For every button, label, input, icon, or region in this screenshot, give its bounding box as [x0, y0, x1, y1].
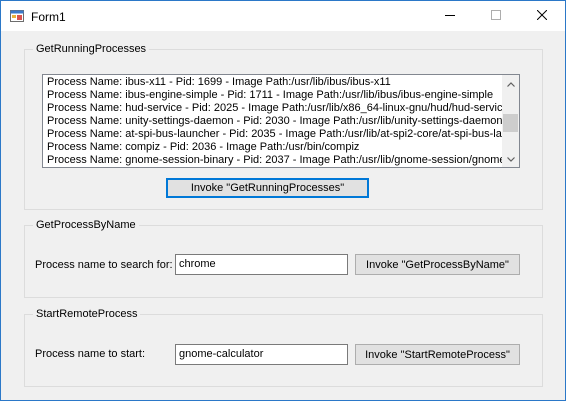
invoke-start-remote-process-button[interactable]: Invoke "StartRemoteProcess"	[355, 344, 520, 365]
list-item[interactable]: Process Name: at-spi-bus-launcher - Pid:…	[47, 128, 503, 141]
start-process-label: Process name to start:	[35, 348, 146, 360]
close-button[interactable]	[519, 1, 565, 31]
minimize-button[interactable]	[427, 1, 473, 31]
group-title: StartRemoteProcess	[33, 307, 141, 321]
list-item[interactable]: Process Name: ibus-engine-simple - Pid: …	[47, 89, 503, 102]
vertical-scrollbar[interactable]	[502, 75, 519, 167]
chevron-down-icon	[506, 153, 515, 165]
start-process-input[interactable]: gnome-calculator	[175, 344, 348, 365]
minimize-icon	[445, 10, 455, 23]
scroll-down-button[interactable]	[502, 150, 519, 167]
button-label: Invoke "GetRunningProcesses"	[190, 182, 345, 194]
scroll-thumb[interactable]	[503, 114, 518, 132]
list-item[interactable]: Process Name: compiz - Pid: 2036 - Image…	[47, 141, 503, 154]
invoke-get-process-by-name-button[interactable]: Invoke "GetProcessByName"	[355, 254, 520, 275]
list-item[interactable]: Process Name: ibus-x11 - Pid: 1699 - Ima…	[47, 76, 503, 89]
process-listbox[interactable]: Process Name: ibus-x11 - Pid: 1699 - Ima…	[42, 74, 520, 168]
button-label: Invoke "StartRemoteProcess"	[365, 348, 510, 361]
scroll-up-button[interactable]	[502, 75, 519, 92]
form-client-area: GetRunningProcesses Process Name: ibus-x…	[1, 31, 565, 400]
process-list: Process Name: ibus-x11 - Pid: 1699 - Ima…	[47, 76, 503, 167]
search-process-label: Process name to search for:	[35, 259, 173, 271]
list-item[interactable]: Process Name: unity-settings-daemon - Pi…	[47, 115, 503, 128]
list-item[interactable]: Process Name: gnome-session-binary - Pid…	[47, 154, 503, 167]
group-title: GetProcessByName	[33, 218, 139, 232]
group-title: GetRunningProcesses	[33, 42, 150, 56]
maximize-button[interactable]	[473, 1, 519, 31]
maximize-icon	[491, 9, 501, 23]
search-process-input[interactable]: chrome	[175, 254, 348, 275]
list-item[interactable]: Process Name: hud-service - Pid: 2025 - …	[47, 102, 503, 115]
window-title: Form1	[31, 10, 66, 24]
button-label: Invoke "GetProcessByName"	[366, 258, 509, 271]
title-bar[interactable]: Form1	[1, 1, 565, 31]
invoke-get-running-processes-button[interactable]: Invoke "GetRunningProcesses"	[166, 178, 369, 198]
winforms-app-icon	[10, 9, 24, 23]
form1-window: Form1 GetRunningProcesses Process Name: …	[0, 0, 566, 401]
close-icon	[536, 9, 548, 23]
chevron-up-icon	[506, 78, 515, 90]
